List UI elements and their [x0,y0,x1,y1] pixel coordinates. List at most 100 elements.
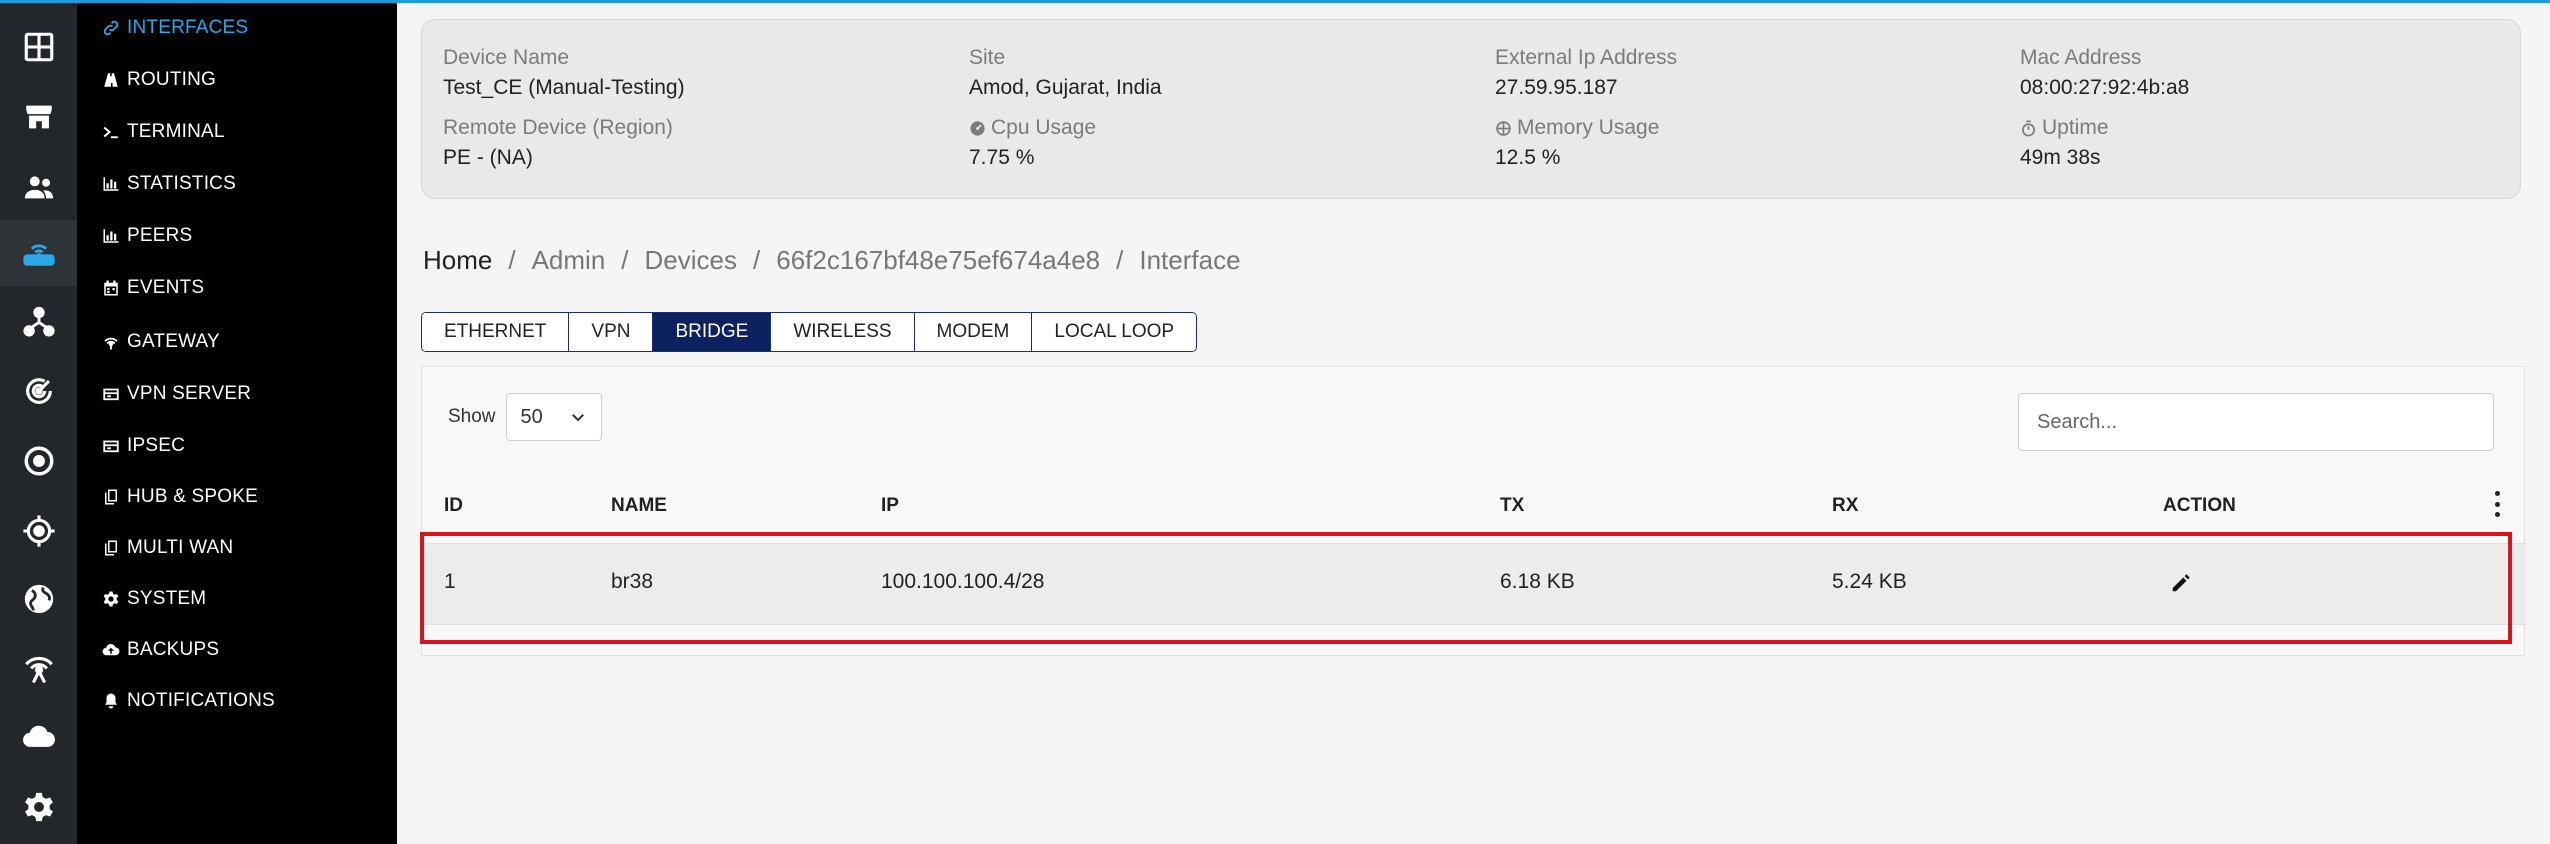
tab-wireless[interactable]: WIRELESS [771,313,915,351]
menu-item-ipsec[interactable]: IPSEC [101,426,185,466]
site-label: Site [969,46,1006,69]
menu-item-vpn-server[interactable]: VPN SERVER [101,374,251,414]
uptime-field: Uptime 49m 38s [2020,116,2109,170]
menu-item-notifications[interactable]: NOTIFICATIONS [101,681,275,721]
breadcrumb-devices[interactable]: Devices [645,245,737,276]
breadcrumb-separator: / [621,245,629,275]
breadcrumb-home[interactable]: Home [423,245,492,276]
edit-button[interactable] [2166,568,2196,598]
table-row: 1 br38 100.100.100.4/28 6.18 KB 5.24 KB [422,543,2526,625]
cell-id: 1 [444,570,456,593]
menu-label-gateway: GATEWAY [127,331,220,352]
breadcrumb-separator: / [753,245,761,275]
globe-icon[interactable] [0,566,77,632]
road-icon [101,70,121,90]
chevron-down-icon [571,414,584,422]
cell-rx: 5.24 KB [1832,570,1907,593]
menu-item-events[interactable]: EVENTS [101,268,204,308]
crosshair-icon[interactable] [0,498,77,564]
target-circle-icon[interactable] [0,428,77,494]
bar-chart-icon [101,174,121,194]
uptime-label: Uptime [2042,116,2109,139]
breadcrumb-separator: / [1116,245,1124,275]
device-name-value: Test_CE (Manual-Testing) [443,76,685,99]
menu-label-peers: PEERS [127,225,193,246]
menu-item-statistics[interactable]: STATISTICS [101,164,236,204]
store-icon[interactable] [0,84,77,150]
tab-local-loop[interactable]: LOCAL LOOP [1032,313,1197,351]
settings-gear-icon[interactable] [0,774,77,840]
interface-type-tabs: ETHERNET VPN BRIDGE WIRELESS MODEM LOCAL… [421,312,1198,352]
menu-label-multi-wan: MULTI WAN [127,537,234,558]
menu-item-backups[interactable]: BACKUPS [101,630,219,670]
calendar-icon [101,278,121,298]
remote-device-value: PE - (NA) [443,146,533,169]
mac-address-field: Mac Address 08:00:27:92:4b:a8 [2020,46,2189,100]
column-header-action: ACTION [2163,495,2236,516]
menu-item-peers[interactable]: PEERS [101,216,192,256]
breadcrumb-device-id[interactable]: 66f2c167bf48e75ef674a4e8 [776,245,1100,276]
cell-ip: 100.100.100.4/28 [881,570,1045,593]
server-icon [101,384,121,404]
bridge-table-panel: Show 50 ID NAME IP TX RX ACTION 1 br38 1… [421,366,2526,656]
cloud-upload-icon [101,640,121,660]
remote-device-label: Remote Device (Region) [443,116,673,139]
icon-rail [0,0,77,844]
top-accent-bar [0,0,2550,3]
memory-usage-label: Memory Usage [1517,116,1660,139]
memory-usage-value: 12.5 % [1495,146,1561,169]
tab-modem[interactable]: MODEM [914,313,1033,351]
wireless-tower-icon[interactable] [0,634,77,700]
device-name-field: Device Name Test_CE (Manual-Testing) [443,46,685,100]
tab-vpn[interactable]: VPN [569,313,654,351]
gear-icon [101,589,121,609]
tab-bridge[interactable]: BRIDGE [653,313,772,351]
mac-address-value: 08:00:27:92:4b:a8 [2020,76,2190,99]
menu-item-interfaces[interactable]: INTERFACES [101,8,248,48]
device-info-card: Device Name Test_CE (Manual-Testing) Sit… [421,19,2521,199]
sidebar-menu: INTERFACES ROUTING TERMINAL STATISTICS P… [77,0,397,844]
column-header-id[interactable]: ID [444,495,463,517]
menu-item-hub-spoke[interactable]: HUB & SPOKE [101,477,258,517]
breadcrumb: Home / Admin / Devices / 66f2c167bf48e75… [423,245,1241,276]
menu-item-terminal[interactable]: TERMINAL [101,112,225,152]
network-topology-icon[interactable] [0,288,77,354]
page-size-select[interactable]: 50 [505,393,602,441]
terminal-icon [101,122,121,142]
menu-label-vpn-server: VPN SERVER [127,383,252,404]
router-icon[interactable] [0,220,77,286]
cloud-icon[interactable] [0,704,77,770]
menu-label-interfaces: INTERFACES [127,17,249,38]
search-input[interactable] [2018,393,2494,451]
menu-label-hub-spoke: HUB & SPOKE [127,486,259,507]
memory-usage-field: Memory Usage 12.5 % [1495,116,1659,170]
breadcrumb-admin[interactable]: Admin [532,245,606,276]
menu-label-statistics: STATISTICS [127,173,236,194]
menu-label-notifications: NOTIFICATIONS [127,690,275,711]
column-header-rx[interactable]: RX [1832,495,1858,517]
menu-item-gateway[interactable]: GATEWAY [101,322,220,362]
column-header-ip[interactable]: IP [881,495,899,517]
users-icon[interactable] [0,154,77,220]
tab-ethernet[interactable]: ETHERNET [422,313,570,351]
dashboard-grid-icon[interactable] [0,14,77,80]
site-value: Amod, Gujarat, India [969,76,1162,99]
show-label: Show [448,406,496,427]
menu-item-routing[interactable]: ROUTING [101,60,216,100]
menu-label-terminal: TERMINAL [127,121,225,142]
uptime-value: 49m 38s [2020,146,2101,169]
column-header-tx[interactable]: TX [1500,495,1524,517]
radar-icon[interactable] [0,358,77,424]
breadcrumb-current: Interface [1139,245,1241,275]
pencil-icon [2172,574,2190,592]
menu-item-system[interactable]: SYSTEM [101,579,206,619]
stopwatch-icon [2021,120,2036,136]
menu-label-ipsec: IPSEC [127,435,186,456]
external-ip-label: External Ip Address [1495,46,1678,69]
gauge-icon [970,120,985,136]
menu-item-multi-wan[interactable]: MULTI WAN [101,528,233,568]
column-header-name[interactable]: NAME [611,495,667,517]
copy-icon [101,538,121,558]
column-options-kebab-icon[interactable] [2490,491,2504,517]
page-size-value: 50 [520,405,543,428]
